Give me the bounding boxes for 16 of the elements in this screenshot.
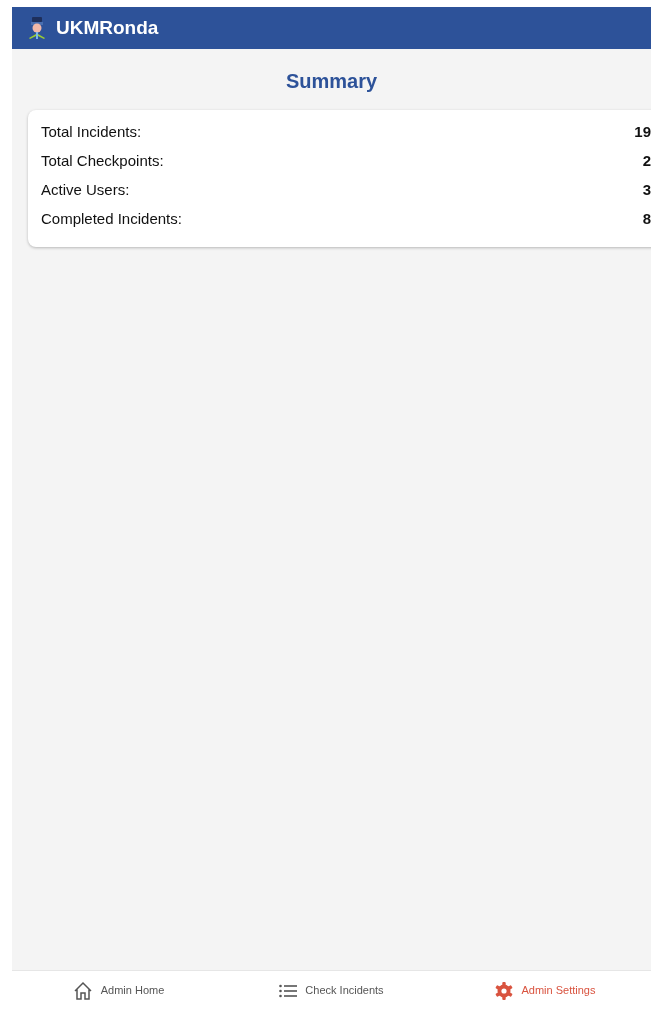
list-icon bbox=[279, 983, 298, 998]
page-title: Summary bbox=[285, 69, 378, 94]
home-icon bbox=[72, 980, 93, 1001]
stat-value: 19 bbox=[634, 121, 651, 142]
stat-label: Total Incidents: bbox=[41, 121, 142, 142]
stat-label: Completed Incidents: bbox=[41, 208, 182, 229]
stat-label: Total Checkpoints: bbox=[41, 150, 164, 171]
nav-tab[interactable]: Check Incidents bbox=[225, 971, 438, 1010]
nav-tab[interactable]: Admin Settings bbox=[438, 971, 651, 1010]
stat-value: 2 bbox=[642, 150, 651, 171]
stat-value: 8 bbox=[642, 208, 651, 229]
nav-tab[interactable]: Admin Home bbox=[12, 971, 225, 1010]
stat-label: Active Users: bbox=[41, 179, 130, 200]
stat-value: 3 bbox=[642, 179, 651, 200]
settings-icon bbox=[493, 980, 514, 1001]
app-title: UKMRonda bbox=[56, 15, 159, 40]
